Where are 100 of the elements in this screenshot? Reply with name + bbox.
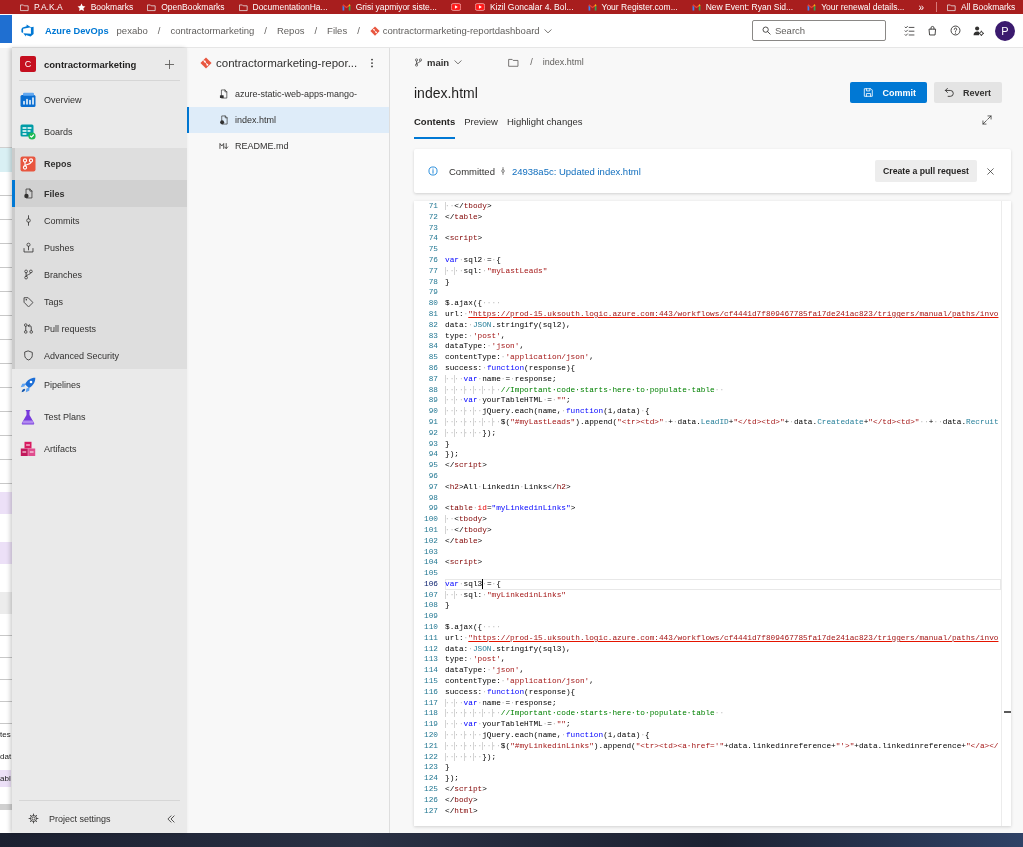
boxes-icon [20,441,36,457]
settings-link[interactable]: Project settings [12,813,111,824]
overview-ruler-mark [1004,711,1011,713]
file-icon [219,115,229,125]
path-segment[interactable]: index.html [542,57,584,67]
commit-icon [498,166,507,176]
nav-item[interactable]: Pipelines [12,369,187,401]
breadcrumb-link[interactable]: Files [327,25,348,36]
double-chevron-icon[interactable] [166,813,176,824]
nav-item[interactable]: Test Plans [12,401,187,433]
bookmark-link[interactable]: Your renewal details... [807,2,905,12]
nav-item[interactable]: Boards [12,116,187,148]
bookmark-link[interactable]: DocumentationHa... [238,2,328,12]
nav-item[interactable]: Pushes [12,234,187,261]
user-avatar[interactable]: P [995,20,1015,41]
nav-item[interactable]: Artifacts [12,433,187,465]
checklist-icon[interactable] [904,25,915,36]
mail-icon [691,2,701,12]
mail-icon [587,2,597,12]
save-icon [863,87,875,98]
bookmark-link[interactable]: Kizil Goncalar 4. Bol... [474,2,574,12]
text-fragment: abl [0,770,11,787]
breadcrumb-link[interactable]: pexabo [116,25,148,36]
nav-item[interactable]: Overview [12,84,187,116]
flask-icon [20,409,36,425]
path-separator: / [530,57,533,67]
bookmark-link[interactable]: OpenBookmarks [147,2,225,12]
tab[interactable]: Highlight changes [506,110,583,139]
undo-icon [944,87,955,98]
bookmark-link[interactable]: Grisi yapmiyor siste... [341,2,437,12]
nav-item[interactable]: Tags [12,288,187,315]
bookmark-link[interactable]: Your Register.com... [587,2,678,12]
plus-icon[interactable] [164,58,175,70]
text-fragment: dat [0,751,12,763]
text-fragment: tes [0,729,11,741]
folder-icon [238,2,248,12]
nav-item[interactable]: Commits [12,207,187,234]
branch-icon [414,57,423,67]
bookmark-folder[interactable]: All Bookmarks [947,2,1016,12]
repo-picker[interactable]: contractormarketing-reportdashboard [369,25,553,36]
commit-icon [23,215,34,226]
repo-title[interactable]: contractormarketing-repor... [216,57,358,69]
scrollbar[interactable] [1001,201,1011,826]
revert-button[interactable]: Revert [934,82,1002,103]
nav-item[interactable]: Files [12,180,187,207]
rocket-icon [20,377,36,393]
bookmark-link[interactable] [450,2,461,12]
bookmark-link[interactable]: P.A.K.A [20,2,63,12]
mail-icon [807,2,817,12]
logo-icon[interactable] [21,24,34,37]
play-icon [450,2,461,12]
bookmark-link[interactable]: New Event: Ryan Sid... [691,2,794,12]
user-settings-icon[interactable] [973,25,984,36]
shopping-bag-icon[interactable] [927,25,938,36]
settings-icon [28,813,39,824]
tag-icon [23,296,34,307]
create-pull-request-button[interactable]: Create a pull request [875,160,977,182]
branch-picker[interactable]: main [414,56,464,68]
chevron-down-icon [453,57,464,67]
file-title: index.html [414,84,478,101]
folder-icon [947,2,957,12]
bookmark-link[interactable]: Bookmarks [76,2,134,12]
file-icon [23,188,34,199]
folder-icon [147,2,157,12]
search-icon [762,26,771,35]
commit-button[interactable]: Commit [850,82,927,103]
breadcrumb-link[interactable]: Repos [276,25,305,36]
pull-request-icon [23,323,34,334]
diamond-icon [200,57,212,69]
help-icon[interactable] [950,25,961,36]
file-item[interactable]: README.md [187,133,389,159]
breadcrumb-separator: / [157,25,161,36]
search-field[interactable]: Search [752,20,886,41]
bookmarks-overflow-button[interactable]: » [918,1,925,13]
project-name[interactable]: contractormarketing [44,58,137,70]
nav-item[interactable]: Advanced Security [12,342,187,369]
tab[interactable]: Contents [414,110,456,139]
expand-icon[interactable] [982,115,992,125]
nav-item[interactable]: Pull requests [12,315,187,342]
file-item[interactable]: azure-static-web-apps-mango- [187,81,389,107]
product-name[interactable]: Azure DevOps [45,25,109,36]
pin-tray-icon [23,242,34,253]
branch-icon [23,269,34,280]
tab[interactable]: Preview [464,110,498,139]
markdown-icon [219,141,229,151]
star-icon [76,2,86,12]
nav-item[interactable]: Branches [12,261,187,288]
chart-tile-icon [20,92,36,108]
folder-icon[interactable] [508,56,520,68]
text-cursor [482,578,484,589]
info-icon [428,166,438,176]
branch-tile-icon [20,156,36,172]
breadcrumb-separator: / [357,25,360,36]
close-icon[interactable] [986,166,995,176]
file-item[interactable]: index.html [187,107,389,133]
commit-link[interactable]: 24938a5c: Updated index.html [511,165,641,177]
shield-icon [23,350,34,361]
breadcrumb-link[interactable]: contractormarketing [170,25,255,36]
breadcrumb-separator: / [314,25,318,36]
nav-item[interactable]: Repos [12,148,187,180]
